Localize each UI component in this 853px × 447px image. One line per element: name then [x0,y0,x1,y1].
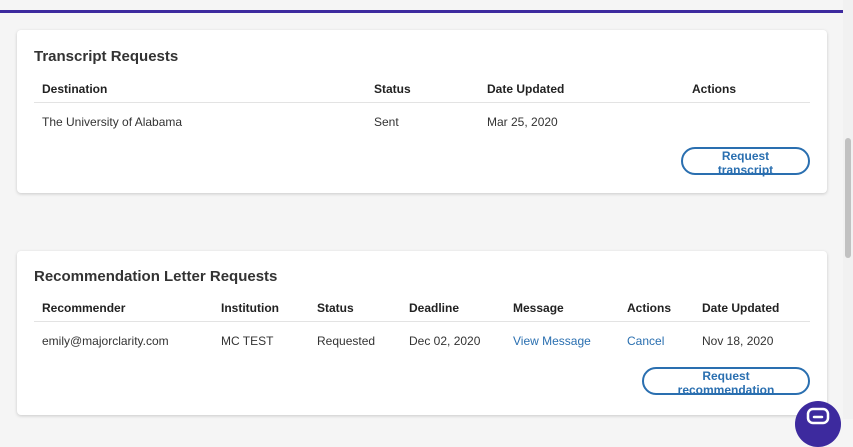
header-date-updated: Date Updated [702,301,780,315]
recommendation-requests-card: Recommendation Letter Requests Recommend… [17,251,827,415]
header-recommender: Recommender [42,301,126,315]
cell-institution: MC TEST [221,334,274,348]
header-deadline: Deadline [409,301,460,315]
cell-date-updated: Nov 18, 2020 [702,334,774,348]
header-status: Status [317,301,354,315]
cell-status: Requested [317,334,376,348]
transcript-table: Destination Status Date Updated Actions … [34,76,810,141]
table-row: emily@majorclarity.com MC TEST Requested… [34,322,810,360]
cancel-link[interactable]: Cancel [627,334,664,348]
cell-destination: The University of Alabama [42,115,183,129]
chat-button[interactable] [795,401,841,447]
recommendation-requests-title: Recommendation Letter Requests [34,268,278,285]
cell-date-updated: Mar 25, 2020 [487,115,558,129]
recommendation-table-header: Recommender Institution Status Deadline … [34,295,810,322]
transcript-table-header: Destination Status Date Updated Actions [34,76,810,103]
request-recommendation-button[interactable]: Request recommendation [642,367,810,397]
chat-icon [806,407,830,425]
header-destination: Destination [42,82,108,96]
header-status: Status [374,82,411,96]
header-message: Message [513,301,564,315]
header-date-updated: Date Updated [487,82,565,96]
view-message-link[interactable]: View Message [513,334,591,348]
scrollbar-thumb[interactable] [845,138,851,258]
request-transcript-button[interactable]: Request transcript [681,147,810,177]
top-accent-bar [0,10,843,13]
recommendation-table: Recommender Institution Status Deadline … [34,295,810,360]
transcript-requests-title: Transcript Requests [34,48,179,65]
header-institution: Institution [221,301,279,315]
header-actions: Actions [627,301,672,315]
cell-status: Sent [374,115,399,129]
table-row: The University of Alabama Sent Mar 25, 2… [34,103,810,141]
header-actions: Actions [692,82,737,96]
cell-deadline: Dec 02, 2020 [409,334,481,348]
cell-recommender: emily@majorclarity.com [42,334,169,348]
transcript-requests-card: Transcript Requests Destination Status D… [17,30,827,193]
